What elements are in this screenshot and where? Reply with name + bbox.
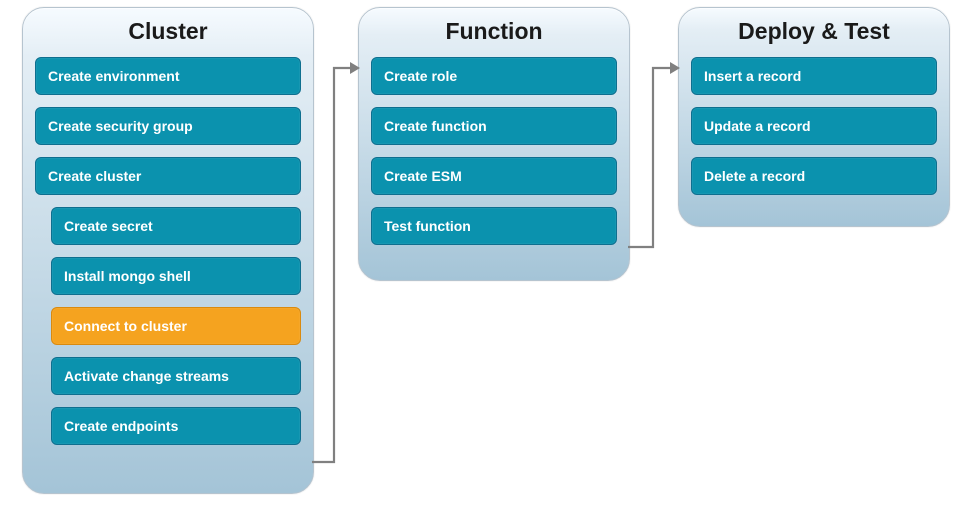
step-create-cluster[interactable]: Create cluster: [35, 157, 301, 195]
group-function: Function Create role Create function Cre…: [358, 7, 630, 281]
step-create-esm[interactable]: Create ESM: [371, 157, 617, 195]
step-create-secret[interactable]: Create secret: [51, 207, 301, 245]
step-create-role[interactable]: Create role: [371, 57, 617, 95]
step-activate-change-streams[interactable]: Activate change streams: [51, 357, 301, 395]
group-title-function: Function: [359, 18, 629, 45]
step-connect-to-cluster[interactable]: Connect to cluster: [51, 307, 301, 345]
group-title-deploy: Deploy & Test: [679, 18, 949, 45]
step-update-record[interactable]: Update a record: [691, 107, 937, 145]
workflow-diagram: Cluster Create environment Create securi…: [0, 0, 965, 505]
step-create-security-group[interactable]: Create security group: [35, 107, 301, 145]
step-create-endpoints[interactable]: Create endpoints: [51, 407, 301, 445]
step-create-environment[interactable]: Create environment: [35, 57, 301, 95]
arrow-cluster-to-function: [312, 55, 360, 475]
step-insert-record[interactable]: Insert a record: [691, 57, 937, 95]
step-create-function[interactable]: Create function: [371, 107, 617, 145]
step-test-function[interactable]: Test function: [371, 207, 617, 245]
arrow-function-to-deploy: [628, 55, 680, 265]
step-delete-record[interactable]: Delete a record: [691, 157, 937, 195]
group-cluster: Cluster Create environment Create securi…: [22, 7, 314, 494]
step-install-mongo-shell[interactable]: Install mongo shell: [51, 257, 301, 295]
group-title-cluster: Cluster: [23, 18, 313, 45]
group-deploy-test: Deploy & Test Insert a record Update a r…: [678, 7, 950, 227]
